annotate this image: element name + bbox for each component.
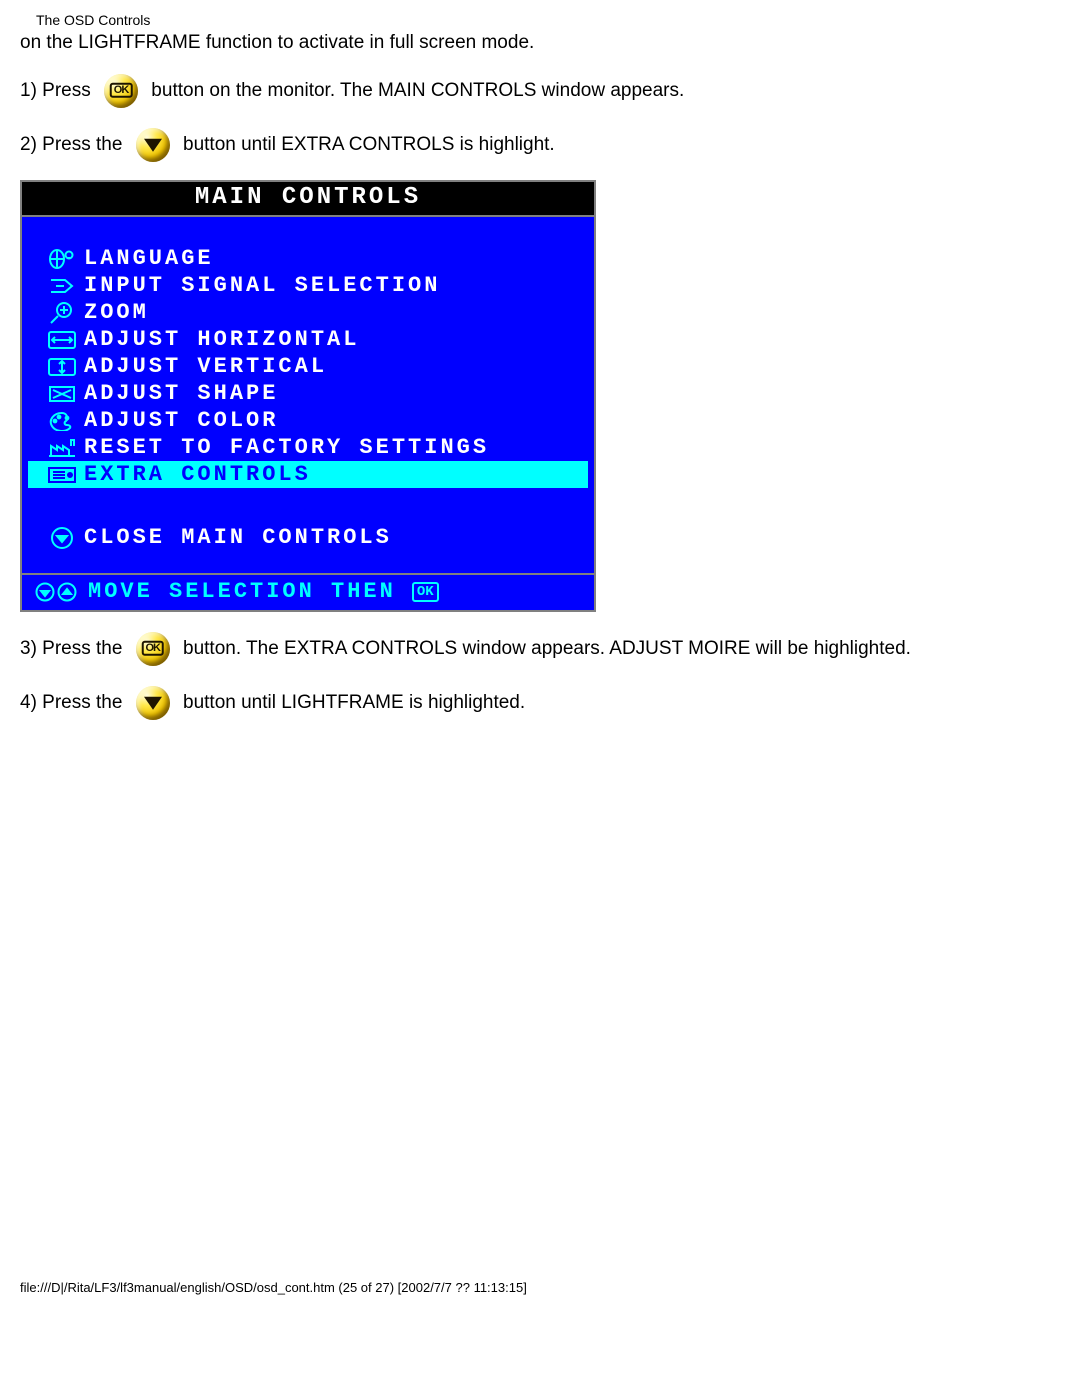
osd-item-adjust-horizontal[interactable]: ADJUST HORIZONTAL — [28, 326, 588, 353]
footer-path: file:///D|/Rita/LF3/lf3manual/english/OS… — [0, 1280, 1080, 1305]
osd-item-label: ZOOM — [84, 300, 570, 325]
step-1-prefix: 1) Press — [20, 80, 96, 102]
step-2-tail: button until EXTRA CONTROLS is highlight… — [178, 134, 555, 156]
ok-glyph: OK — [110, 83, 133, 98]
step-3-tail: button. The EXTRA CONTROLS window appear… — [178, 638, 911, 660]
osd-item-label: LANGUAGE — [84, 246, 570, 271]
step-4-prefix: 4) Press the — [20, 692, 128, 714]
down-button-icon — [136, 686, 170, 720]
step-4: 4) Press the button until LIGHTFRAME is … — [20, 686, 1060, 720]
down-button-icon — [136, 128, 170, 162]
osd-item-zoom[interactable]: ZOOM — [28, 299, 588, 326]
osd-item-reset-factory[interactable]: RESET TO FACTORY SETTINGS — [28, 434, 588, 461]
osd-item-label: ADJUST HORIZONTAL — [84, 327, 570, 352]
step-3-prefix: 3) Press the — [20, 638, 128, 660]
ok-button-icon: OK — [136, 632, 170, 666]
osd-hint-ok-icon: OK — [412, 582, 439, 602]
osd-item-label: EXTRA CONTROLS — [84, 462, 570, 487]
osd-item-label: RESET TO FACTORY SETTINGS — [84, 435, 570, 460]
osd-item-close[interactable]: CLOSE MAIN CONTROLS — [28, 524, 588, 551]
ok-glyph: OK — [141, 641, 164, 656]
osd-item-adjust-shape[interactable]: ADJUST SHAPE — [28, 380, 588, 407]
step-3: 3) Press the OK button. The EXTRA CONTRO… — [20, 632, 1060, 666]
down-circle-icon — [40, 526, 84, 550]
osd-item-adjust-vertical[interactable]: ADJUST VERTICAL — [28, 353, 588, 380]
osd-item-label: ADJUST COLOR — [84, 408, 570, 433]
language-icon — [40, 248, 84, 270]
osd-item-label: INPUT SIGNAL SELECTION — [84, 273, 570, 298]
zoom-icon — [40, 301, 84, 325]
osd-hint-bar: MOVE SELECTION THEN OK — [22, 573, 594, 610]
osd-item-label: ADJUST VERTICAL — [84, 354, 570, 379]
adjust-horizontal-icon — [40, 330, 84, 350]
osd-item-label: CLOSE MAIN CONTROLS — [84, 525, 570, 550]
intro-text: on the LIGHTFRAME function to activate i… — [20, 32, 1060, 54]
step-4-tail: button until LIGHTFRAME is highlighted. — [178, 692, 525, 714]
osd-item-extra-controls[interactable]: EXTRA CONTROLS — [28, 461, 588, 488]
osd-item-label: ADJUST SHAPE — [84, 381, 570, 406]
adjust-color-icon — [40, 411, 84, 431]
page-title: The OSD Controls — [36, 12, 1060, 28]
adjust-vertical-icon — [40, 357, 84, 377]
osd-item-adjust-color[interactable]: ADJUST COLOR — [28, 407, 588, 434]
factory-icon — [40, 438, 84, 458]
extra-controls-icon — [40, 465, 84, 485]
input-signal-icon — [40, 276, 84, 296]
osd-item-input-signal[interactable]: INPUT SIGNAL SELECTION — [28, 272, 588, 299]
osd-panel: MAIN CONTROLS LANGUAGE INPUT SIGNAL SELE… — [20, 180, 596, 612]
osd-title: MAIN CONTROLS — [22, 182, 594, 217]
step-1-tail: button on the monitor. The MAIN CONTROLS… — [146, 80, 684, 102]
adjust-shape-icon — [40, 384, 84, 404]
osd-hint-text: MOVE SELECTION THEN — [88, 579, 396, 604]
ok-button-icon: OK — [104, 74, 138, 108]
step-2: 2) Press the button until EXTRA CONTROLS… — [20, 128, 1060, 162]
osd-item-language[interactable]: LANGUAGE — [28, 245, 588, 272]
step-1: 1) Press OK button on the monitor. The M… — [20, 74, 1060, 108]
up-down-icon — [34, 582, 78, 602]
